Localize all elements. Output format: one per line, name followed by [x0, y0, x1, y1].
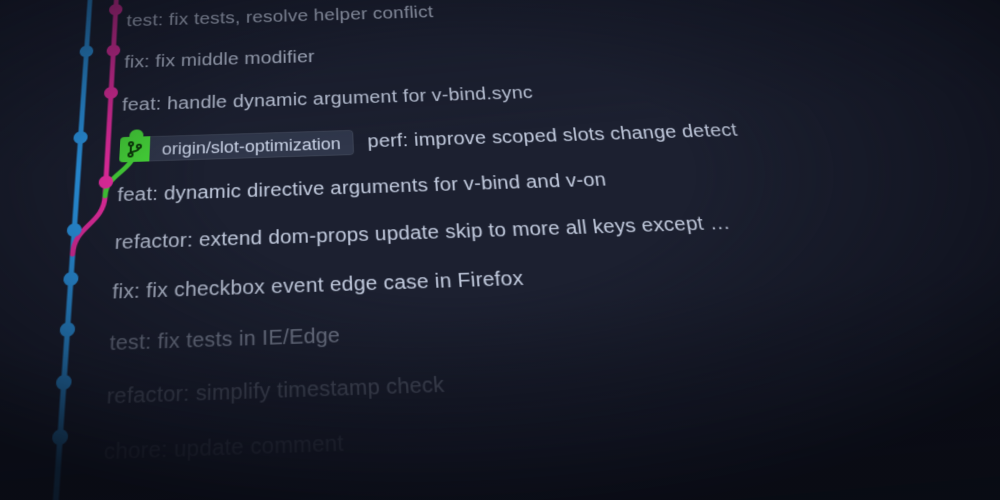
- commit-row[interactable]: refactor: simplify timestamp check: [105, 330, 1000, 425]
- commit-message: refactor: simplify timestamp check: [106, 373, 445, 410]
- commit-message: feat: dynamic directive arguments for v-…: [117, 169, 608, 206]
- commit-row[interactable]: chore: update comment: [102, 383, 1000, 481]
- commit-message: feat: handle dynamic argument for v-bind…: [122, 83, 534, 116]
- commit-message: test: fix tests in IE/Edge: [109, 324, 341, 356]
- commit-message: refactor: extend dom-props update skip t…: [114, 212, 732, 254]
- commit-message: perf: improve scoped slots change detect: [367, 120, 739, 152]
- commit-message: test: fix tests, resolve helper conflict: [126, 3, 434, 31]
- commit-list: refactor: v-bind dynamic arguments use b…: [102, 0, 1000, 481]
- commit-message: fix: fix checkbox event edge case in Fir…: [112, 267, 525, 304]
